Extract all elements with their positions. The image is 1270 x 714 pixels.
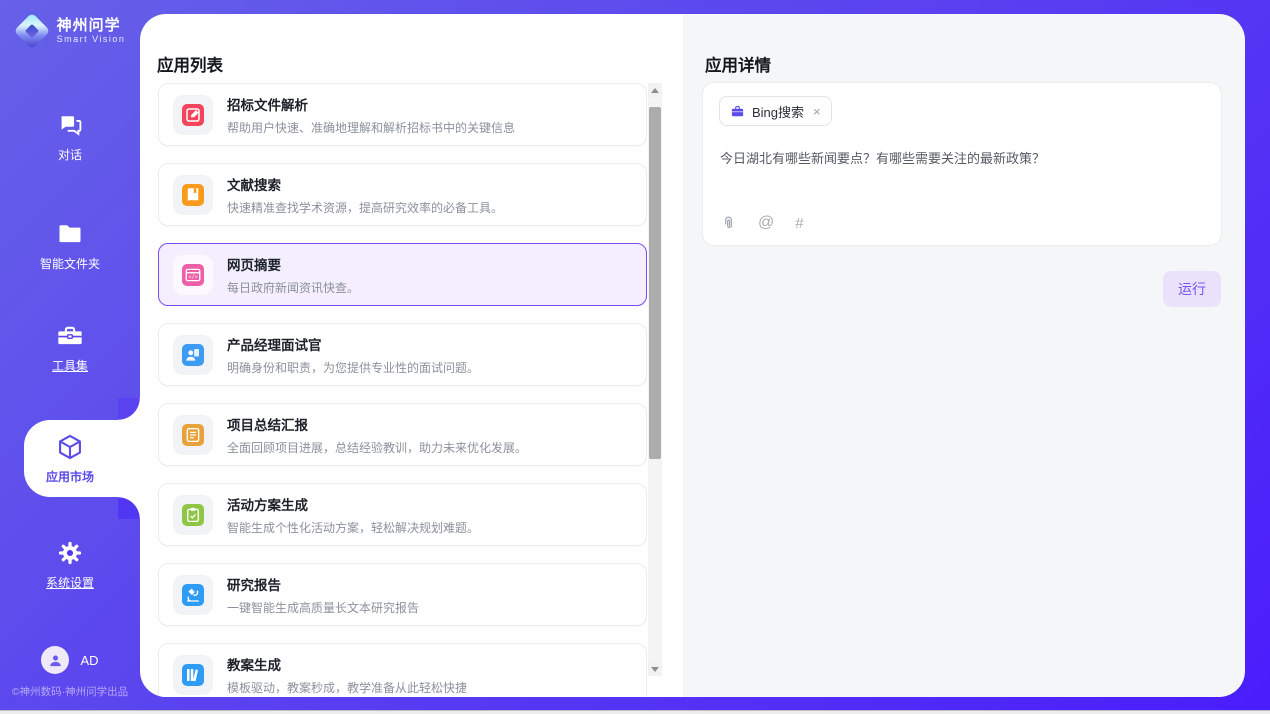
app-detail-title: 应用详情	[705, 52, 771, 76]
app-card-title: 活动方案生成	[227, 494, 479, 514]
user-profile[interactable]: AD	[0, 646, 140, 674]
app-card-description: 智能生成个性化活动方案，轻松解决规划难题。	[227, 519, 479, 536]
app-card[interactable]: 文献搜索 快速精准查找学术资源，提高研究效率的必备工具。	[158, 163, 647, 226]
clipboard-check-icon	[182, 504, 204, 526]
brand-diamond-icon	[15, 14, 49, 48]
app-icon-box	[173, 575, 213, 615]
run-button[interactable]: 运行	[1163, 271, 1221, 307]
app-card-title: 项目总结汇报	[227, 414, 527, 434]
sidebar-item[interactable]: 系统设置	[0, 527, 140, 603]
briefcase-icon	[730, 104, 745, 119]
app-icon-box	[173, 495, 213, 535]
prompt-composer-card: Bing搜索 × 今日湖北有哪些新闻要点？有哪些需要关注的最新政策？ @ #	[702, 82, 1222, 246]
chat-icon	[56, 111, 84, 139]
sidebar-item-label: 系统设置	[46, 574, 94, 591]
mention-icon[interactable]: @	[758, 214, 774, 232]
sidebar-item-label: 应用市场	[46, 468, 94, 485]
avatar	[41, 646, 69, 674]
browser-code-icon: </>	[182, 264, 204, 286]
app-card-description: 全面回顾项目进展，总结经验教训，助力未来优化发展。	[227, 439, 527, 456]
app-card-title: 文献搜索	[227, 174, 503, 194]
app-card-title: 招标文件解析	[227, 94, 515, 114]
sidebar: 神州问学 Smart Vision 对话 智能文件夹	[0, 0, 140, 714]
doc-lines-icon	[182, 424, 204, 446]
prompt-input[interactable]: 今日湖北有哪些新闻要点？有哪些需要关注的最新政策？	[720, 149, 1201, 169]
pen-square-icon	[182, 104, 204, 126]
app-icon-box	[173, 335, 213, 375]
sidebar-item-label: 工具集	[52, 357, 88, 374]
app-card[interactable]: 产品经理面试官 明确身份和职责，为您提供专业性的面试问题。	[158, 323, 647, 386]
person-doc-icon	[182, 344, 204, 366]
sidebar-item[interactable]: 对话	[0, 99, 140, 175]
app-icon-box	[173, 655, 213, 695]
app-card[interactable]: 项目总结汇报 全面回顾项目进展，总结经验教训，助力未来优化发展。	[158, 403, 647, 466]
composer-toolbar: @ #	[720, 214, 804, 232]
gear-icon	[56, 539, 84, 567]
app-card-description: 模板驱动，教案秒成，教学准备从此轻松快捷	[227, 679, 467, 696]
scroll-up-button[interactable]	[648, 83, 662, 97]
app-card[interactable]: 研究报告 一键智能生成高质量长文本研究报告	[158, 563, 647, 626]
app-card-description: 每日政府新闻资讯快查。	[227, 279, 359, 296]
app-icon-box	[173, 175, 213, 215]
tool-tag-bing-search[interactable]: Bing搜索 ×	[719, 96, 832, 126]
app-list-title: 应用列表	[157, 52, 223, 76]
app-list-panel: 应用列表 招标文件解析 帮助用户快速、准确地理解和解析招标书中的关键信息	[140, 14, 683, 697]
tool-tag-label: Bing搜索	[752, 102, 804, 121]
folder-icon	[56, 220, 84, 248]
app-icon-box: </>	[173, 255, 213, 295]
window-bottom-edge	[0, 710, 1270, 714]
brand-subtitle: Smart Vision	[57, 34, 126, 44]
sidebar-item[interactable]: 智能文件夹	[0, 208, 140, 284]
hashtag-icon[interactable]: #	[795, 215, 803, 232]
app-card-description: 快速精准查找学术资源，提高研究效率的必备工具。	[227, 199, 503, 216]
app-card-title: 产品经理面试官	[227, 334, 479, 354]
scroll-down-button[interactable]	[648, 662, 662, 676]
app-card-description: 帮助用户快速、准确地理解和解析招标书中的关键信息	[227, 119, 515, 136]
app-icon-box	[173, 95, 213, 135]
app-card-description: 明确身份和职责，为您提供专业性的面试问题。	[227, 359, 479, 376]
attachment-icon[interactable]	[720, 215, 737, 232]
list-scrollbar[interactable]	[648, 83, 662, 676]
copyright-text: ©神州数码·神州问学出品	[0, 684, 140, 699]
person-icon	[47, 652, 64, 669]
book-icon	[182, 184, 204, 206]
app-card-title: 教案生成	[227, 654, 467, 674]
toolbox-icon	[56, 322, 84, 350]
sidebar-item-label: 智能文件夹	[40, 255, 100, 272]
app-card-title: 研究报告	[227, 574, 419, 594]
triangle-up-icon	[651, 88, 659, 93]
books-icon	[182, 664, 204, 686]
cube-icon	[56, 433, 84, 461]
scrollbar-thumb[interactable]	[649, 107, 661, 459]
sidebar-item-label: 对话	[58, 146, 82, 163]
tab-curve-top	[118, 398, 140, 420]
microscope-icon	[182, 584, 204, 606]
app-card-description: 一键智能生成高质量长文本研究报告	[227, 599, 419, 616]
sidebar-item[interactable]: 工具集	[0, 310, 140, 386]
content-area: 应用列表 招标文件解析 帮助用户快速、准确地理解和解析招标书中的关键信息	[140, 14, 1245, 697]
app-card[interactable]: 教案生成 模板驱动，教案秒成，教学准备从此轻松快捷	[158, 643, 647, 697]
app-card[interactable]: 活动方案生成 智能生成个性化活动方案，轻松解决规划难题。	[158, 483, 647, 546]
app-card-title: 网页摘要	[227, 254, 359, 274]
sidebar-item[interactable]: 应用市场	[0, 420, 140, 497]
brand-logo: 神州问学 Smart Vision	[0, 14, 140, 48]
svg-text:</>: </>	[188, 274, 197, 280]
app-card[interactable]: 招标文件解析 帮助用户快速、准确地理解和解析招标书中的关键信息	[158, 83, 647, 146]
app-card[interactable]: </> 网页摘要 每日政府新闻资讯快查。	[158, 243, 647, 306]
close-icon[interactable]: ×	[811, 104, 821, 119]
app-card-list: 招标文件解析 帮助用户快速、准确地理解和解析招标书中的关键信息 文献搜索 快速精…	[158, 83, 647, 697]
triangle-down-icon	[651, 667, 659, 672]
app-icon-box	[173, 415, 213, 455]
user-initials: AD	[80, 653, 98, 668]
brand-name: 神州问学	[57, 17, 126, 34]
tab-curve-bottom	[118, 497, 140, 519]
app-detail-panel: 应用详情 Bing搜索 × 今日湖北有哪些新闻要点？有哪些需要关注的最新政策？ …	[683, 14, 1245, 697]
